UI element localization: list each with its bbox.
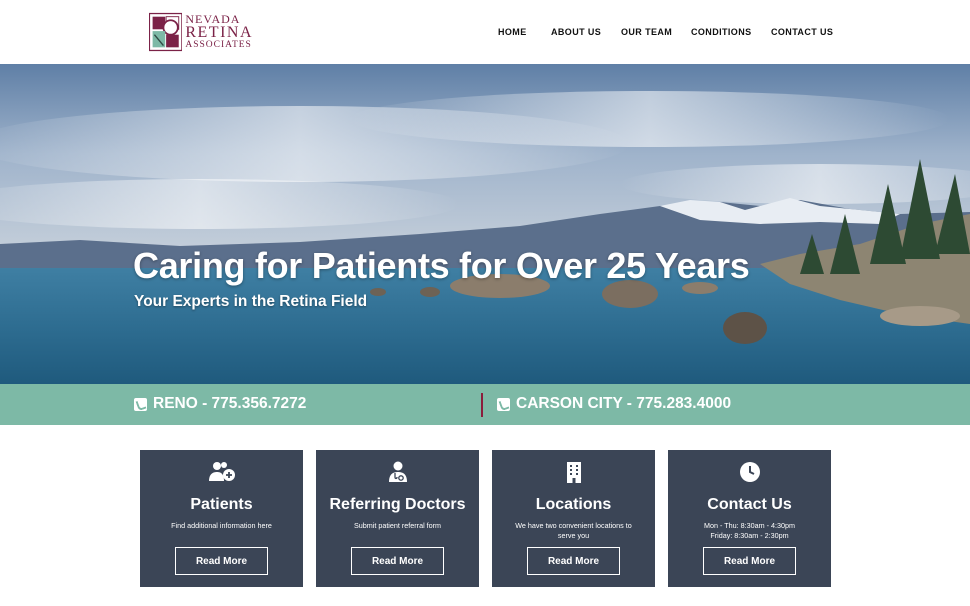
card-referring-doctors: Referring Doctors Submit patient referra… xyxy=(316,450,479,587)
phone-icon xyxy=(134,397,147,411)
nav-about-us[interactable]: ABOUT US xyxy=(551,27,601,37)
nav-contact-us[interactable]: CONTACT US xyxy=(771,27,833,37)
card-desc-line: Mon - Thu: 8:30am - 4:30pm xyxy=(704,521,795,530)
card-desc-line: Find additional information here xyxy=(171,521,272,530)
phone-icon xyxy=(497,397,510,411)
hero-banner: Caring for Patients for Over 25 Years Yo… xyxy=(0,64,970,384)
card-title: Patients xyxy=(190,496,253,513)
logo-line-2: RETINA xyxy=(185,24,253,42)
card-locations: Locations We have two convenient locatio… xyxy=(492,450,655,587)
card-desc-line: Submit patient referral form xyxy=(353,521,442,530)
logo-wordmark: NEVADA RETINA ASSOCIATES xyxy=(185,13,253,51)
card-title: Contact Us xyxy=(707,496,792,513)
card-description: Mon - Thu: 8:30am - 4:30pm Friday: 8:30a… xyxy=(678,521,821,541)
site-logo[interactable]: NEVADA RETINA ASSOCIATES xyxy=(149,11,253,53)
card-desc-line: Friday: 8:30am - 2:30pm xyxy=(710,531,789,540)
card-title: Locations xyxy=(535,496,612,513)
clock-icon xyxy=(668,461,831,483)
nav-our-team[interactable]: OUR TEAM xyxy=(621,27,672,37)
site-header: NEVADA RETINA ASSOCIATES HOME ABOUT US O… xyxy=(0,0,970,64)
card-title: Referring Doctors xyxy=(329,496,466,513)
phone-bar: RENO - 775.356.7272 CARSON CITY - 775.28… xyxy=(0,384,970,425)
nav-conditions[interactable]: CONDITIONS xyxy=(691,27,752,37)
logo-line-3: ASSOCIATES xyxy=(185,40,252,51)
carson-phone-text: CARSON CITY - 775.283.4000 xyxy=(516,395,732,412)
card-description: Find additional information here xyxy=(150,521,293,531)
nav-home[interactable]: HOME xyxy=(498,27,527,37)
card-desc-line: We have two convenient locations to xyxy=(515,521,632,530)
hero-lake-image xyxy=(0,64,970,384)
card-patients: Patients Find additional information her… xyxy=(140,450,303,587)
doctor-icon xyxy=(316,461,479,483)
reno-phone-text: RENO - 775.356.7272 xyxy=(153,395,307,412)
read-more-button[interactable]: Read More xyxy=(351,547,444,575)
reno-phone[interactable]: RENO - 775.356.7272 xyxy=(134,395,306,413)
hero-subtitle: Your Experts in the Retina Field xyxy=(134,293,368,310)
read-more-button[interactable]: Read More xyxy=(527,547,620,575)
card-desc-line: serve you xyxy=(557,531,590,540)
building-icon xyxy=(492,461,655,483)
patients-icon xyxy=(140,461,303,483)
card-description: We have two convenient locations to serv… xyxy=(502,521,645,541)
card-description: Submit patient referral form xyxy=(326,521,469,531)
hero-title: Caring for Patients for Over 25 Years xyxy=(133,245,750,286)
card-contact-us: Contact Us Mon - Thu: 8:30am - 4:30pm Fr… xyxy=(668,450,831,587)
read-more-button[interactable]: Read More xyxy=(703,547,796,575)
logo-emblem-icon xyxy=(149,12,183,52)
phone-divider xyxy=(481,393,483,417)
carson-phone[interactable]: CARSON CITY - 775.283.4000 xyxy=(497,395,731,413)
read-more-button[interactable]: Read More xyxy=(175,547,268,575)
